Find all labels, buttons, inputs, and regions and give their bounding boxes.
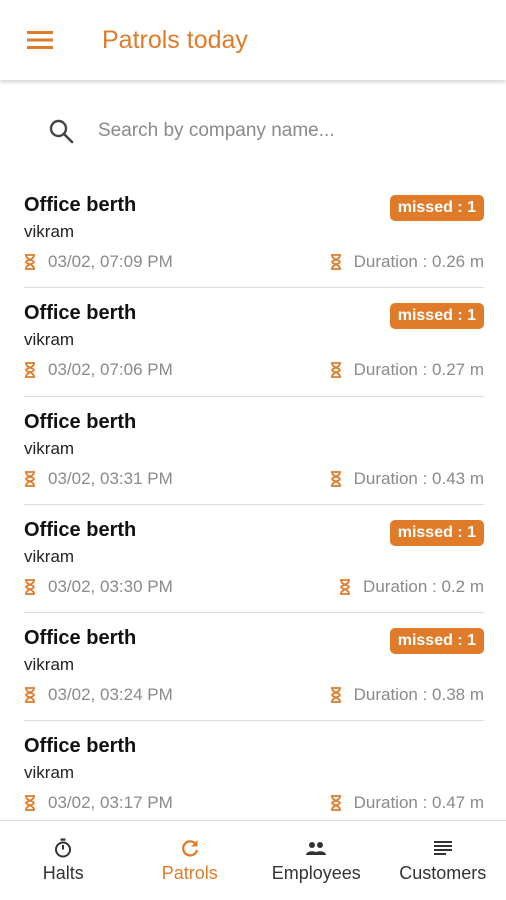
patrol-time-row: 03/02, 03:24 PM [24, 685, 173, 705]
patrol-duration-row: Duration : 0.38 m [330, 685, 484, 705]
patrol-duration-row: Duration : 0.27 m [330, 360, 484, 380]
stopwatch-icon [52, 837, 74, 859]
patrol-duration-row: Duration : 0.26 m [330, 252, 484, 272]
patrol-time-row: 03/02, 03:30 PM [24, 577, 173, 597]
patrol-duration-row: Duration : 0.2 m [339, 577, 484, 597]
nav-label: Patrols [161, 863, 218, 883]
patrol-list: Office berth vikram missed : 1 03/02, 07:09… [24, 180, 484, 830]
hourglass-icon [330, 795, 342, 812]
refresh-icon [179, 837, 201, 859]
patrol-time-row: 03/02, 07:09 PM [24, 252, 173, 272]
patrol-duration: Duration : 0.47 m [353, 793, 484, 813]
missed-badge: missed : 1 [389, 628, 484, 655]
hourglass-icon [24, 254, 36, 270]
patrol-list-item[interactable]: Office berth vikram missed : 1 03/02, 07:09… [24, 180, 484, 289]
hourglass-icon [24, 687, 36, 704]
app-bar: Patrols today [0, 0, 506, 80]
patrol-time-row: 03/02, 03:17 PM [24, 793, 173, 813]
patrol-user: vikram [24, 438, 75, 458]
nav-label: Halts [42, 863, 84, 883]
hourglass-icon [24, 470, 36, 487]
patrol-duration: Duration : 0.2 m [363, 576, 484, 596]
patrol-time: 03/02, 03:30 PM [48, 576, 173, 596]
page-title: Patrols today [102, 25, 248, 54]
patrol-list-item[interactable]: Office berth vikram missed : 1 03/02, 03:30… [24, 505, 484, 614]
list-icon [432, 837, 454, 859]
hourglass-icon [24, 362, 36, 379]
nav-item-patrols[interactable]: Patrols [127, 821, 254, 900]
patrol-user: vikram [24, 546, 75, 566]
hourglass-icon [330, 254, 342, 270]
search-bar [24, 100, 484, 162]
missed-badge: missed : 1 [389, 303, 484, 330]
patrol-time-row: 03/02, 07:06 PM [24, 360, 173, 380]
patrol-list-item[interactable]: Office berth vikram missed : 1 03/02, 07:06… [24, 288, 484, 397]
patrol-time: 03/02, 03:31 PM [48, 468, 173, 488]
hourglass-icon [330, 687, 342, 704]
patrol-duration: Duration : 0.38 m [353, 685, 484, 705]
missed-badge: missed : 1 [389, 519, 484, 546]
hourglass-icon [330, 470, 342, 487]
patrol-duration: Duration : 0.27 m [353, 360, 484, 380]
patrol-duration: Duration : 0.26 m [353, 252, 484, 271]
patrol-list-item[interactable]: Office berth vikram missed : 1 03/02, 03:24… [24, 613, 484, 722]
hourglass-icon [24, 795, 36, 812]
patrol-duration-row: Duration : 0.43 m [330, 469, 484, 489]
people-icon [305, 837, 327, 859]
patrol-time-row: 03/02, 03:31 PM [24, 469, 173, 489]
patrol-time: 03/02, 07:06 PM [48, 360, 173, 380]
hourglass-icon [339, 578, 351, 595]
patrol-list-item[interactable]: Office berth vikram 03/02, 03:31 PM Duratio… [24, 397, 484, 505]
patrol-user: vikram [24, 763, 75, 783]
hamburger-menu-icon [27, 30, 53, 50]
patrol-user: vikram [24, 330, 75, 350]
hourglass-icon [24, 578, 36, 595]
menu-button[interactable] [0, 0, 80, 80]
search-icon[interactable] [46, 116, 76, 146]
patrol-duration-row: Duration : 0.47 m [330, 793, 484, 813]
search-input[interactable] [98, 120, 458, 142]
nav-item-customers[interactable]: Customers [380, 821, 506, 900]
patrol-title: Office berth [24, 302, 137, 325]
nav-item-halts[interactable]: Halts [0, 821, 127, 900]
patrol-title: Office berth [24, 518, 137, 541]
nav-label: Customers [399, 863, 487, 883]
patrol-title: Office berth [24, 194, 137, 216]
patrol-time: 03/02, 07:09 PM [48, 252, 173, 271]
patrol-title: Office berth [24, 735, 137, 758]
nav-label: Employees [271, 863, 361, 883]
patrol-list-item[interactable]: Office berth vikram 03/02, 03:17 PM Duratio… [24, 721, 484, 830]
nav-item-employees[interactable]: Employees [253, 821, 380, 900]
patrol-title: Office berth [24, 627, 137, 650]
patrol-user: vikram [24, 655, 75, 675]
patrol-user: vikram [24, 222, 75, 241]
bottom-navigation: Halts Patrols Employees Customers [0, 820, 506, 900]
patrol-time: 03/02, 03:17 PM [48, 793, 173, 813]
hourglass-icon [330, 362, 342, 379]
missed-badge: missed : 1 [389, 195, 484, 221]
patrol-title: Office berth [24, 410, 137, 433]
patrol-duration: Duration : 0.43 m [353, 468, 484, 488]
patrol-time: 03/02, 03:24 PM [48, 685, 173, 705]
